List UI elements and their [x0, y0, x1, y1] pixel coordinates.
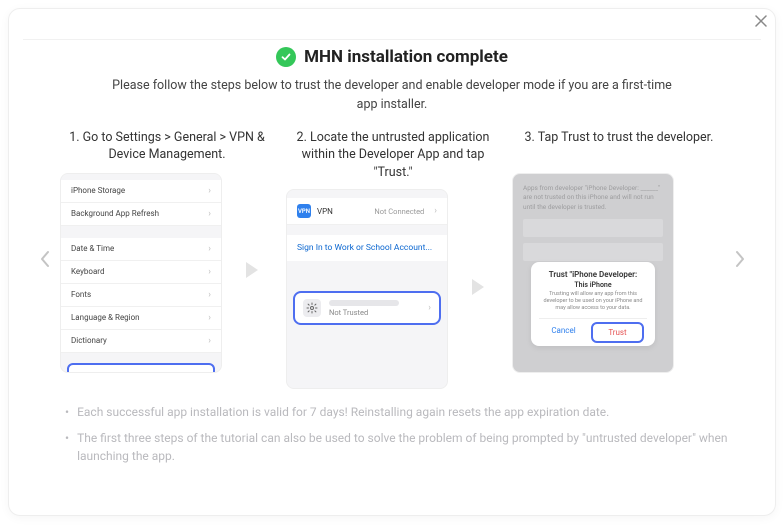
alert-cancel-button: Cancel [539, 319, 588, 346]
close-button[interactable] [751, 11, 771, 31]
installation-complete-modal: MHN installation complete Please follow … [8, 8, 776, 516]
success-check-icon [276, 47, 296, 67]
step-3-screenshot: Apps from developer "iPhone Developer: _… [512, 173, 674, 373]
signin-row: Sign In to Work or School Account... [287, 235, 447, 261]
steps-row: 1. Go to Settings > General > VPN & Devi… [60, 129, 724, 390]
note-2: The first three steps of the tutorial ca… [77, 429, 729, 465]
modal-title: MHN installation complete [304, 47, 508, 67]
trust-alert-dialog: Trust "iPhone Developer: This iPhone Tru… [531, 262, 655, 346]
gear-icon [303, 299, 321, 317]
developer-app-row: Not Trusted › [293, 291, 441, 325]
carousel-next-button[interactable] [730, 245, 749, 273]
bullet-icon: • [65, 403, 69, 421]
blurred-developer-name [329, 300, 399, 306]
step-2: 2. Locate the untrusted application with… [286, 129, 498, 390]
step-2-title: 2. Locate the untrusted application with… [286, 129, 498, 190]
vpn-device-management-row: VPN & Device Management› [67, 363, 215, 373]
vpn-badge-icon: VPN [297, 204, 311, 218]
bullet-icon: • [65, 429, 69, 465]
step-3-title: 3. Tap Trust to trust the developer. [512, 129, 724, 173]
step-arrow-icon [240, 258, 264, 287]
alert-trust-button: Trust [591, 322, 644, 343]
step-1: 1. Go to Settings > General > VPN & Devi… [60, 129, 272, 373]
step-2-screenshot: VPN VPN Not Connected › Sign In to Work … [286, 189, 448, 389]
note-1: Each successful app installation is vali… [77, 403, 609, 421]
step-arrow-icon [466, 275, 490, 304]
notes-section: • Each successful app installation is va… [35, 403, 749, 465]
divider [23, 39, 761, 40]
step-1-screenshot: iPhone Storage› Background App Refresh› … [60, 173, 222, 373]
step-1-title: 1. Go to Settings > General > VPN & Devi… [60, 129, 272, 173]
carousel-prev-button[interactable] [35, 245, 54, 273]
close-icon [754, 14, 768, 28]
chevron-right-icon [734, 250, 746, 268]
step-3: 3. Tap Trust to trust the developer. App… [512, 129, 724, 373]
chevron-left-icon [39, 250, 51, 268]
modal-subtitle: Please follow the steps below to trust t… [112, 77, 672, 115]
